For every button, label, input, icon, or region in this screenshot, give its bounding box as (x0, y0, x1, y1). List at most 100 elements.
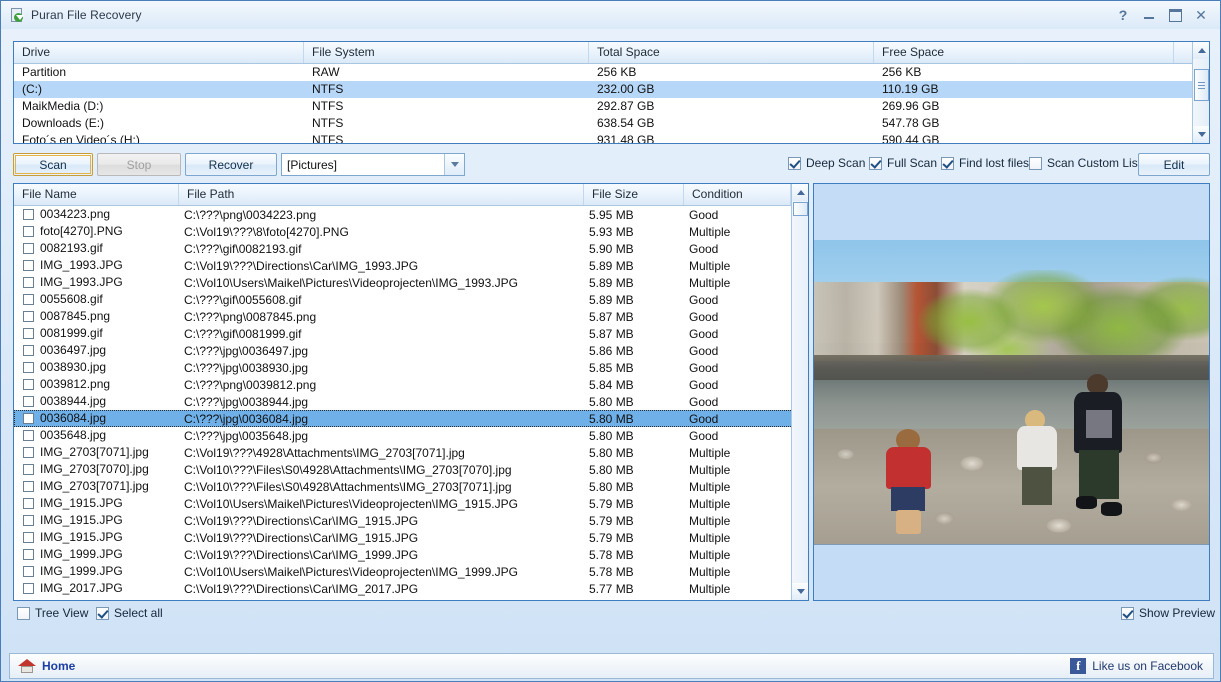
file-row[interactable]: IMG_1999.JPG C:\Vol10\Users\Maikel\Pictur… (14, 563, 793, 580)
file-cell-path: C:\Vol10\???\Files\S0\4928\Attachments\I… (184, 480, 512, 494)
file-row-checkbox[interactable] (23, 515, 34, 526)
chevron-down-icon[interactable] (444, 154, 464, 175)
select-all-checkbox[interactable]: Select all (96, 606, 163, 620)
file-row-checkbox[interactable] (23, 328, 34, 339)
drive-row[interactable]: (C:) NTFS 232.00 GB 110.19 GB (14, 81, 1209, 98)
drive-column-header-drive[interactable]: Drive (14, 42, 304, 63)
file-row[interactable]: 0081999.gif C:\???\gif\0081999.gif 5.87 MB… (14, 325, 793, 342)
file-row[interactable]: IMG_1915.JPG C:\Vol10\Users\Maikel\Pictur… (14, 495, 793, 512)
file-row-checkbox[interactable] (23, 464, 34, 475)
edit-button[interactable]: Edit (1138, 153, 1210, 176)
recover-button[interactable]: Recover (185, 153, 277, 176)
file-row-checkbox[interactable] (23, 396, 34, 407)
help-icon: ? (1118, 7, 1128, 23)
file-row[interactable]: IMG_1993.JPG C:\Vol19\???\Directions\Car\… (14, 257, 793, 274)
file-row-checkbox[interactable] (23, 260, 34, 271)
drive-scrollbar-thumb[interactable] (1194, 69, 1209, 101)
file-row-checkbox[interactable] (23, 243, 34, 254)
file-cell-size: 5.77 MB (589, 582, 634, 596)
file-column-header-name[interactable]: File Name (14, 184, 179, 205)
file-row-checkbox[interactable] (23, 549, 34, 560)
full-scan-checkbox[interactable]: Full Scan (869, 156, 937, 170)
file-row[interactable]: 0036084.jpg C:\???\jpg\0036084.jpg 5.80 MB… (14, 410, 793, 427)
deep-scan-checkbox[interactable]: Deep Scan (788, 156, 865, 170)
maximize-button[interactable] (1162, 4, 1188, 26)
file-row-checkbox[interactable] (23, 413, 34, 424)
file-row-checkbox[interactable] (23, 209, 34, 220)
file-cell-cond: Multiple (689, 480, 731, 494)
file-row-checkbox[interactable] (23, 566, 34, 577)
title-bar: Puran File Recovery ? ✕ (1, 1, 1220, 29)
drive-row[interactable]: Foto´s en Video´s (H:) NTFS 931.48 GB 590.4… (14, 132, 1209, 143)
file-row-checkbox[interactable] (23, 447, 34, 458)
file-row-checkbox[interactable] (23, 498, 34, 509)
find-lost-files-checkbox[interactable]: Find lost files (941, 156, 1029, 170)
file-row[interactable]: IMG_1999.JPG C:\Vol19\???\Directions\Car\… (14, 546, 793, 563)
file-row-checkbox[interactable] (23, 226, 34, 237)
file-cell-cond: Multiple (689, 463, 731, 477)
file-row[interactable]: IMG_1915.JPG C:\Vol19\???\Directions\Car\… (14, 529, 793, 546)
file-column-header-condition[interactable]: Condition (684, 184, 791, 205)
file-column-header-path[interactable]: File Path (179, 184, 584, 205)
scroll-down-icon[interactable] (792, 583, 808, 600)
drive-column-header-free-space[interactable]: Free Space (874, 42, 1174, 63)
file-row[interactable]: 0087845.png C:\???\png\0087845.png 5.87 MB… (14, 308, 793, 325)
home-link[interactable]: Home (18, 658, 75, 674)
drive-row[interactable]: MaikMedia (D:) NTFS 292.87 GB 269.96 GB (14, 98, 1209, 115)
file-row[interactable]: 0036497.jpg C:\???\jpg\0036497.jpg 5.86 MB… (14, 342, 793, 359)
drive-list-scrollbar[interactable] (1192, 42, 1209, 143)
file-row[interactable]: 0055608.gif C:\???\gif\0055608.gif 5.89 MB… (14, 291, 793, 308)
scroll-down-icon[interactable] (1193, 126, 1209, 143)
facebook-link[interactable]: f Like us on Facebook (1070, 658, 1203, 674)
home-icon (18, 658, 36, 674)
file-row[interactable]: IMG_2703[7071].jpg C:\Vol19\???\4928\Atta… (14, 444, 793, 461)
file-row-checkbox[interactable] (23, 379, 34, 390)
tree-view-checkbox[interactable]: Tree View (17, 606, 88, 620)
drive-column-header-total-space[interactable]: Total Space (589, 42, 874, 63)
file-row[interactable]: IMG_2017.JPG C:\Vol19\???\Directions\Car\… (14, 580, 793, 597)
file-row-checkbox[interactable] (23, 481, 34, 492)
file-list-header: File Name File Path File Size Condition (14, 184, 793, 206)
help-button[interactable]: ? (1110, 4, 1136, 26)
show-preview-checkbox[interactable]: Show Preview (1121, 606, 1215, 620)
file-cell-path: C:\Vol10\Users\Maikel\Pictures\Videoproj… (184, 497, 518, 511)
scan-custom-list-checkbox[interactable]: Scan Custom List (1029, 156, 1141, 170)
file-cell-name: IMG_2703[7070].jpg (15, 462, 180, 477)
file-row[interactable]: IMG_2703[7070].jpg C:\Vol10\???\Files\S0\… (14, 461, 793, 478)
file-type-filter-combobox[interactable]: [Pictures] (281, 153, 465, 176)
scroll-up-icon[interactable] (792, 184, 808, 201)
file-row[interactable]: foto[4270].PNG C:\Vol19\???\8\foto[4270].… (14, 223, 793, 240)
file-row-checkbox[interactable] (23, 311, 34, 322)
file-row-checkbox[interactable] (23, 532, 34, 543)
file-row[interactable]: 0039812.png C:\???\png\0039812.png 5.84 MB… (14, 376, 793, 393)
drive-list-panel[interactable]: Drive File System Total Space Free Space… (13, 41, 1210, 144)
file-cell-size: 5.84 MB (589, 378, 634, 392)
file-row-checkbox[interactable] (23, 345, 34, 356)
file-column-header-size[interactable]: File Size (584, 184, 684, 205)
stop-button[interactable]: Stop (97, 153, 181, 176)
drive-row[interactable]: Downloads (E:) NTFS 638.54 GB 547.78 GB (14, 115, 1209, 132)
file-row-checkbox[interactable] (23, 277, 34, 288)
file-row-checkbox[interactable] (23, 583, 34, 594)
file-scrollbar-thumb[interactable] (793, 202, 808, 216)
file-row[interactable]: 0038930.jpg C:\???\jpg\0038930.jpg 5.85 MB… (14, 359, 793, 376)
file-cell-cond: Multiple (689, 225, 731, 239)
file-row-checkbox[interactable] (23, 294, 34, 305)
file-list-scrollbar[interactable] (791, 184, 808, 600)
file-row-checkbox[interactable] (23, 362, 34, 373)
close-button[interactable]: ✕ (1188, 4, 1214, 26)
file-row[interactable]: IMG_1915.JPG C:\Vol19\???\Directions\Car\… (14, 512, 793, 529)
file-row-checkbox[interactable] (23, 430, 34, 441)
file-list-panel[interactable]: File Name File Path File Size Condition … (13, 183, 809, 601)
drive-row[interactable]: Partition RAW 256 KB 256 KB (14, 64, 1209, 81)
file-row[interactable]: 0035648.jpg C:\???\jpg\0035648.jpg 5.80 MB… (14, 427, 793, 444)
minimize-button[interactable] (1136, 4, 1162, 26)
file-row[interactable]: 0038944.jpg C:\???\jpg\0038944.jpg 5.80 MB… (14, 393, 793, 410)
scan-button[interactable]: Scan (13, 153, 93, 176)
scroll-up-icon[interactable] (1193, 42, 1209, 59)
drive-column-header-filesystem[interactable]: File System (304, 42, 589, 63)
file-row[interactable]: 0034223.png C:\???\png\0034223.png 5.95 MB… (14, 206, 793, 223)
file-row[interactable]: IMG_1993.JPG C:\Vol10\Users\Maikel\Pictur… (14, 274, 793, 291)
file-row[interactable]: 0082193.gif C:\???\gif\0082193.gif 5.90 MB… (14, 240, 793, 257)
file-row[interactable]: IMG_2703[7071].jpg C:\Vol10\???\Files\S0\… (14, 478, 793, 495)
